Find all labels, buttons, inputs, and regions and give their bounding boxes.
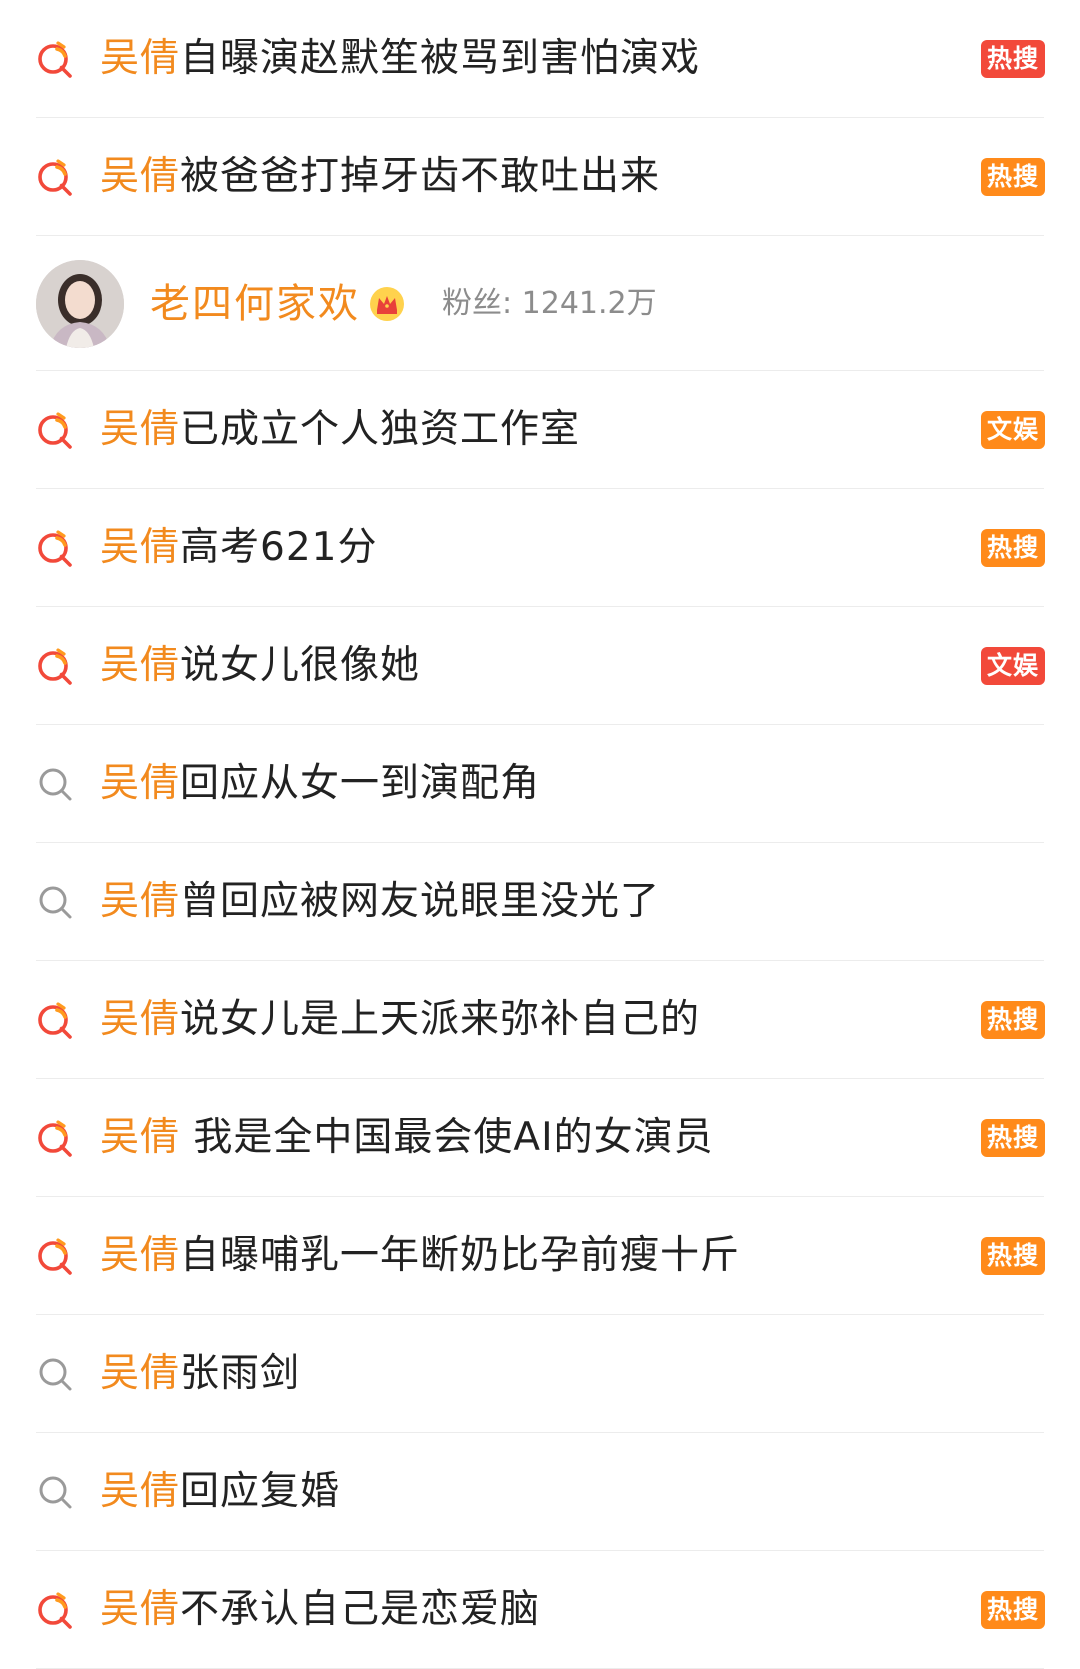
avatar[interactable] (36, 259, 124, 348)
user-result-row[interactable]: 老四何家欢 粉丝: 1241.2万 (0, 236, 1080, 371)
suggestion-text[interactable]: 吴倩自曝演赵默笙被骂到害怕演戏 (100, 35, 700, 83)
suggestion-rest: 自曝演赵默笙被骂到害怕演戏 (180, 36, 701, 81)
hot-search-badge: 热搜 (981, 40, 1045, 78)
keyword-highlight: 吴倩 (100, 407, 181, 452)
search-suggestion-row[interactable]: 吴倩说女儿很像她 文娱 (0, 607, 1080, 725)
suggestion-rest: 说女儿很像她 (180, 643, 421, 688)
suggestion-text[interactable]: 吴倩 我是全中国最会使AI的女演员 (100, 1114, 714, 1162)
keyword-highlight: 吴倩 (100, 1115, 181, 1160)
keyword-highlight: 吴倩 (100, 879, 181, 924)
search-suggestion-row[interactable]: 吴倩回应复婚 (0, 1433, 1080, 1551)
keyword-highlight: 吴倩 (100, 643, 181, 688)
suggestion-rest: 曾回应被网友说眼里没光了 (180, 879, 661, 924)
suggestion-text[interactable]: 吴倩回应从女一到演配角 (100, 760, 540, 808)
suggestion-rest: 被爸爸打掉牙齿不敢吐出来 (180, 154, 661, 199)
search-icon (36, 1354, 76, 1394)
hot-search-icon (36, 410, 76, 450)
search-suggestion-row[interactable]: 吴倩自曝演赵默笙被骂到害怕演戏 热搜 (0, 0, 1080, 118)
keyword-highlight: 吴倩 (100, 525, 181, 570)
hot-search-badge: 热搜 (981, 1119, 1045, 1157)
suggestion-text[interactable]: 吴倩已成立个人独资工作室 (100, 406, 580, 454)
search-suggestion-row[interactable]: 吴倩回应从女一到演配角 (0, 725, 1080, 843)
search-suggestion-row[interactable]: 吴倩自曝哺乳一年断奶比孕前瘦十斤 热搜 (0, 1197, 1080, 1315)
suggestion-text[interactable]: 吴倩回应复婚 (100, 1468, 340, 1516)
username[interactable]: 老四何家欢 (150, 280, 360, 328)
hot-search-badge: 热搜 (981, 1001, 1045, 1039)
suggestion-text[interactable]: 吴倩高考621分 (100, 524, 377, 572)
suggestion-text[interactable]: 吴倩被爸爸打掉牙齿不敢吐出来 (100, 153, 660, 201)
suggestion-text[interactable]: 吴倩自曝哺乳一年断奶比孕前瘦十斤 (100, 1232, 740, 1280)
hot-search-icon (36, 1000, 76, 1040)
search-suggestion-row[interactable]: 吴倩不承认自己是恋爱脑 热搜 (0, 1551, 1080, 1669)
suggestion-rest: 我是全中国最会使AI的女演员 (180, 1115, 714, 1160)
hot-search-badge: 热搜 (981, 1591, 1045, 1629)
hot-search-badge: 热搜 (981, 158, 1045, 196)
keyword-highlight: 吴倩 (100, 1587, 181, 1632)
suggestion-rest: 说女儿是上天派来弥补自己的 (180, 997, 701, 1042)
suggestion-text[interactable]: 吴倩曾回应被网友说眼里没光了 (100, 878, 660, 926)
search-suggestion-row[interactable]: 吴倩被爸爸打掉牙齿不敢吐出来 热搜 (0, 118, 1080, 236)
suggestion-text[interactable]: 吴倩说女儿是上天派来弥补自己的 (100, 996, 700, 1044)
suggestion-rest: 回应从女一到演配角 (180, 761, 541, 806)
search-suggestion-row[interactable]: 吴倩 我是全中国最会使AI的女演员 热搜 (0, 1079, 1080, 1197)
fans-count: 粉丝: 1241.2万 (442, 285, 657, 321)
suggestion-rest: 自曝哺乳一年断奶比孕前瘦十斤 (180, 1233, 741, 1278)
search-suggestion-row[interactable]: 吴倩曾回应被网友说眼里没光了 (0, 843, 1080, 961)
search-suggestion-row[interactable]: 吴倩高考621分 热搜 (0, 489, 1080, 607)
hot-search-icon (36, 1236, 76, 1276)
keyword-highlight: 吴倩 (100, 154, 181, 199)
search-icon (36, 764, 76, 804)
crown-icon (368, 285, 406, 323)
hot-search-icon (36, 528, 76, 568)
hot-search-icon (36, 1118, 76, 1158)
suggestion-rest: 已成立个人独资工作室 (180, 407, 581, 452)
hot-search-icon (36, 157, 76, 197)
search-suggestion-row[interactable]: 吴倩张雨剑 (0, 1315, 1080, 1433)
entertainment-badge: 文娱 (981, 411, 1045, 449)
hot-search-icon (36, 39, 76, 79)
suggestion-rest: 回应复婚 (180, 1469, 341, 1514)
suggestion-text[interactable]: 吴倩不承认自己是恋爱脑 (100, 1586, 540, 1634)
hot-search-icon (36, 1590, 76, 1630)
keyword-highlight: 吴倩 (100, 761, 181, 806)
suggestion-rest: 不承认自己是恋爱脑 (180, 1587, 541, 1632)
hot-search-badge: 热搜 (981, 529, 1045, 567)
suggestion-text[interactable]: 吴倩说女儿很像她 (100, 642, 420, 690)
keyword-highlight: 吴倩 (100, 36, 181, 81)
hot-search-icon (36, 646, 76, 686)
entertainment-badge: 文娱 (981, 647, 1045, 685)
keyword-highlight: 吴倩 (100, 1351, 181, 1396)
search-suggestion-row[interactable]: 吴倩已成立个人独资工作室 文娱 (0, 371, 1080, 489)
search-suggestion-row[interactable]: 吴倩说女儿是上天派来弥补自己的 热搜 (0, 961, 1080, 1079)
suggestion-text[interactable]: 吴倩张雨剑 (100, 1350, 300, 1398)
hot-search-badge: 热搜 (981, 1237, 1045, 1275)
keyword-highlight: 吴倩 (100, 1233, 181, 1278)
keyword-highlight: 吴倩 (100, 1469, 181, 1514)
suggestion-rest: 张雨剑 (180, 1351, 301, 1396)
search-icon (36, 1472, 76, 1512)
search-icon (36, 882, 76, 922)
keyword-highlight: 吴倩 (100, 997, 181, 1042)
search-suggestion-list: 吴倩自曝演赵默笙被骂到害怕演戏 热搜 吴倩被爸爸打掉牙齿不敢吐出来 热搜 老四何家欢… (0, 0, 1080, 1669)
suggestion-rest: 高考621分 (180, 525, 378, 570)
